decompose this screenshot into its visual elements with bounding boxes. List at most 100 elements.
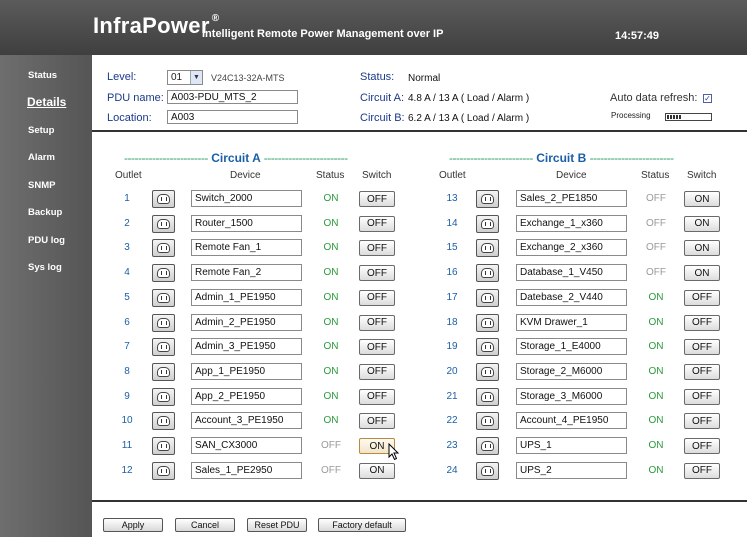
switch-button[interactable]: OFF xyxy=(359,363,395,380)
sidebar-item-details[interactable]: Details xyxy=(27,95,66,109)
outlet-number: 18 xyxy=(446,316,458,328)
switch-button[interactable]: OFF xyxy=(684,314,720,331)
device-name-field[interactable] xyxy=(516,387,627,405)
outlet-status: ON xyxy=(648,291,664,303)
device-name-field[interactable] xyxy=(516,338,627,356)
sidebar: Status Details Setup Alarm SNMP Backup P… xyxy=(0,55,92,537)
col-status-b: Status xyxy=(641,170,670,181)
switch-button[interactable]: OFF xyxy=(359,215,395,232)
device-name-field[interactable] xyxy=(516,412,627,430)
device-name-field[interactable] xyxy=(191,412,302,430)
outlet-number: 6 xyxy=(124,316,130,328)
socket-shape xyxy=(157,391,170,402)
switch-button[interactable]: OFF xyxy=(684,438,720,454)
pdu-name-label: PDU name: xyxy=(107,92,164,104)
sidebar-item-setup[interactable]: Setup xyxy=(28,125,54,136)
col-status-a: Status xyxy=(316,170,345,181)
outlet-status: ON xyxy=(323,415,339,427)
outlet-status: ON xyxy=(648,440,664,451)
device-name-field[interactable] xyxy=(191,313,302,331)
switch-button[interactable]: OFF xyxy=(359,314,395,331)
sidebar-item-sys-log[interactable]: Sys log xyxy=(28,262,62,273)
device-name-field[interactable] xyxy=(191,437,302,454)
switch-button[interactable]: OFF xyxy=(359,388,395,405)
switch-button[interactable]: OFF xyxy=(684,388,720,405)
device-name-field[interactable] xyxy=(516,190,627,207)
switch-button[interactable]: ON xyxy=(684,191,720,207)
circuit-a-label: Circuit A: xyxy=(360,92,405,104)
tagline: Intelligent Remote Power Management over… xyxy=(202,28,444,40)
col-device-a: Device xyxy=(230,170,261,181)
outlet-socket-icon xyxy=(152,264,175,283)
device-name-field[interactable] xyxy=(191,190,302,207)
apply-button[interactable]: Apply xyxy=(103,518,163,532)
device-name-field[interactable] xyxy=(191,362,302,380)
cancel-button[interactable]: Cancel xyxy=(175,518,235,532)
device-name-field[interactable] xyxy=(516,437,627,454)
switch-button[interactable]: OFF xyxy=(684,462,720,479)
reset-pdu-button[interactable]: Reset PDU xyxy=(247,518,307,532)
location-label: Location: xyxy=(107,112,152,124)
switch-button[interactable]: OFF xyxy=(684,413,720,430)
device-name-field[interactable] xyxy=(191,214,302,232)
switch-button[interactable]: ON xyxy=(684,265,720,282)
sidebar-item-pdu-log[interactable]: PDU log xyxy=(28,235,65,246)
socket-shape xyxy=(481,391,494,402)
status-value: Normal xyxy=(408,73,441,84)
col-switch-a: Switch xyxy=(362,170,392,181)
switch-button[interactable]: ON xyxy=(684,215,720,232)
factory-default-button[interactable]: Factory default xyxy=(318,518,406,532)
switch-button[interactable]: OFF xyxy=(359,339,395,356)
socket-shape xyxy=(481,243,494,254)
device-name-field[interactable] xyxy=(191,264,302,282)
switch-button[interactable]: ON xyxy=(684,240,720,257)
outlet-status: ON xyxy=(323,267,339,279)
switch-button[interactable]: OFF xyxy=(359,240,395,257)
outlet-status: ON xyxy=(323,390,339,402)
level-select[interactable]: 01 ▼ xyxy=(167,70,203,85)
sidebar-item-status[interactable]: Status xyxy=(28,70,57,81)
switch-button[interactable]: OFF xyxy=(359,191,395,207)
device-name-field[interactable] xyxy=(516,239,627,257)
outlet-socket-icon xyxy=(152,461,175,480)
outlet-status: ON xyxy=(648,390,664,402)
chevron-down-icon[interactable]: ▼ xyxy=(190,71,202,84)
device-name-field[interactable] xyxy=(191,338,302,356)
outlet-socket-icon xyxy=(152,190,175,208)
col-outlet-a: Outlet xyxy=(115,170,142,181)
device-name-field[interactable] xyxy=(516,461,627,479)
outlet-number: 15 xyxy=(446,242,458,254)
switch-button[interactable]: OFF xyxy=(684,339,720,356)
device-name-field[interactable] xyxy=(516,313,627,331)
sidebar-item-snmp[interactable]: SNMP xyxy=(28,180,55,191)
device-name-field[interactable] xyxy=(191,239,302,257)
brand-name: InfraPower xyxy=(93,13,210,38)
processing-label: Processing xyxy=(611,111,651,120)
outlet-status: ON xyxy=(648,415,664,427)
device-name-field[interactable] xyxy=(516,288,627,306)
sidebar-item-backup[interactable]: Backup xyxy=(28,207,62,218)
switch-button[interactable]: OFF xyxy=(359,265,395,282)
switch-button[interactable]: OFF xyxy=(684,363,720,380)
outlet-status: ON xyxy=(323,242,339,254)
switch-button[interactable]: OFF xyxy=(359,289,395,306)
circuit-b-label: Circuit B: xyxy=(360,112,405,124)
outlet-socket-icon xyxy=(476,461,499,480)
outlet-number: 11 xyxy=(121,440,133,451)
status-label: Status: xyxy=(360,71,395,83)
switch-button[interactable]: OFF xyxy=(359,413,395,430)
device-name-field[interactable] xyxy=(516,362,627,380)
device-name-field[interactable] xyxy=(516,264,627,282)
device-name-field[interactable] xyxy=(191,461,302,479)
location-field[interactable] xyxy=(167,110,298,124)
device-name-field[interactable] xyxy=(191,387,302,405)
switch-button[interactable]: OFF xyxy=(684,289,720,306)
device-name-field[interactable] xyxy=(191,288,302,306)
switch-button[interactable]: ON xyxy=(359,462,395,479)
socket-shape xyxy=(481,366,494,377)
device-name-field[interactable] xyxy=(516,214,627,232)
auto-refresh-checkbox[interactable]: ✓ xyxy=(703,94,712,103)
pdu-name-field[interactable] xyxy=(167,90,298,104)
outlet-number: 24 xyxy=(446,464,458,476)
sidebar-item-alarm[interactable]: Alarm xyxy=(28,152,55,163)
